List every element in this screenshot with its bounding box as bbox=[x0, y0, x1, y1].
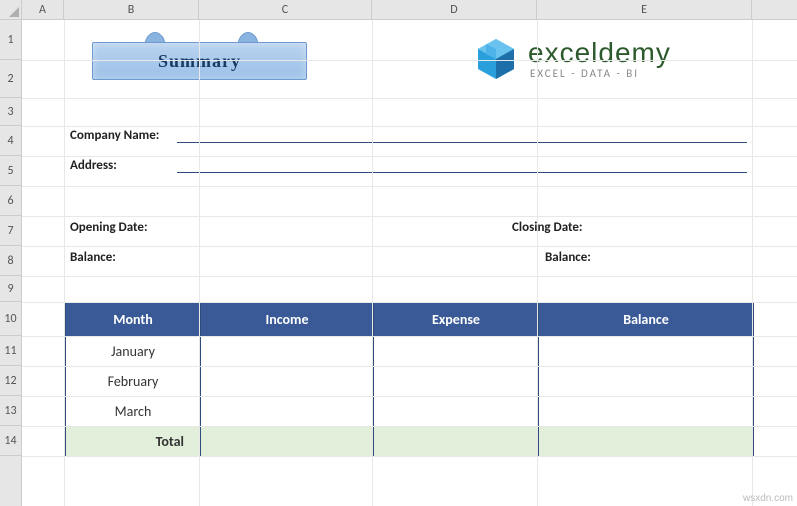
row-header-12[interactable]: 12 bbox=[0, 366, 21, 396]
total-label[interactable]: Total bbox=[66, 427, 201, 457]
col-balance[interactable]: Balance bbox=[539, 303, 754, 337]
cell-month[interactable]: January bbox=[66, 337, 201, 367]
row-headers: 1234567891011121314 bbox=[0, 20, 22, 506]
col-header-E[interactable]: E bbox=[537, 0, 752, 19]
col-expense[interactable]: Expense bbox=[374, 303, 539, 337]
row-header-4[interactable]: 4 bbox=[0, 126, 21, 156]
total-expense[interactable] bbox=[374, 427, 539, 457]
total-income[interactable] bbox=[201, 427, 374, 457]
col-header-D[interactable]: D bbox=[372, 0, 537, 19]
balance-left-label: Balance: bbox=[70, 250, 116, 265]
table-row[interactable]: February bbox=[66, 367, 754, 397]
company-label: Company Name: bbox=[70, 128, 159, 143]
row-header-14[interactable]: 14 bbox=[0, 426, 21, 456]
col-header-C[interactable]: C bbox=[199, 0, 372, 19]
row-header-1[interactable]: 1 bbox=[0, 20, 21, 60]
balance-right-label: Balance: bbox=[545, 250, 591, 265]
table-row[interactable]: March bbox=[66, 397, 754, 427]
row-header-7[interactable]: 7 bbox=[0, 216, 21, 246]
cube-icon bbox=[472, 35, 520, 83]
watermark: wsxdn.com bbox=[743, 493, 793, 504]
company-field[interactable] bbox=[177, 142, 747, 143]
row-header-10[interactable]: 10 bbox=[0, 302, 21, 336]
total-balance[interactable] bbox=[539, 427, 754, 457]
col-header-B[interactable]: B bbox=[64, 0, 199, 19]
cell-income[interactable] bbox=[201, 397, 374, 427]
cell-balance[interactable] bbox=[539, 337, 754, 367]
cell-expense[interactable] bbox=[374, 367, 539, 397]
closing-date-label: Closing Date: bbox=[512, 220, 583, 235]
row-header-13[interactable]: 13 bbox=[0, 396, 21, 426]
row-header-2[interactable]: 2 bbox=[0, 60, 21, 98]
cell-expense[interactable] bbox=[374, 397, 539, 427]
cell-month[interactable]: March bbox=[66, 397, 201, 427]
cell-income[interactable] bbox=[201, 337, 374, 367]
row-header-6[interactable]: 6 bbox=[0, 186, 21, 216]
cell-expense[interactable] bbox=[374, 337, 539, 367]
col-month[interactable]: Month bbox=[66, 303, 201, 337]
brand-tagline: EXCEL - DATA - BI bbox=[528, 67, 671, 80]
col-header-A[interactable]: A bbox=[22, 0, 64, 19]
address-field[interactable] bbox=[177, 172, 747, 173]
address-label: Address: bbox=[70, 158, 117, 173]
row-header-3[interactable]: 3 bbox=[0, 98, 21, 126]
cell-month[interactable]: February bbox=[66, 367, 201, 397]
brand-logo: exceldemy EXCEL - DATA - BI bbox=[472, 35, 671, 83]
row-header-9[interactable]: 9 bbox=[0, 276, 21, 302]
brand-name: exceldemy bbox=[528, 39, 671, 67]
row-header-11[interactable]: 11 bbox=[0, 336, 21, 366]
total-row[interactable]: Total bbox=[66, 427, 754, 457]
summary-table[interactable]: MonthIncomeExpenseBalance JanuaryFebruary… bbox=[65, 302, 754, 457]
row-header-8[interactable]: 8 bbox=[0, 246, 21, 276]
cell-balance[interactable] bbox=[539, 367, 754, 397]
col-income[interactable]: Income bbox=[201, 303, 374, 337]
select-all-corner[interactable] bbox=[0, 0, 22, 20]
cell-balance[interactable] bbox=[539, 397, 754, 427]
cell-income[interactable] bbox=[201, 367, 374, 397]
opening-date-label: Opening Date: bbox=[70, 220, 148, 235]
spreadsheet-area[interactable]: Summary exceldemy EXCEL - DATA - BI Comp… bbox=[22, 20, 797, 506]
column-headers: ABCDE bbox=[22, 0, 797, 20]
row-header-5[interactable]: 5 bbox=[0, 156, 21, 186]
table-row[interactable]: January bbox=[66, 337, 754, 367]
